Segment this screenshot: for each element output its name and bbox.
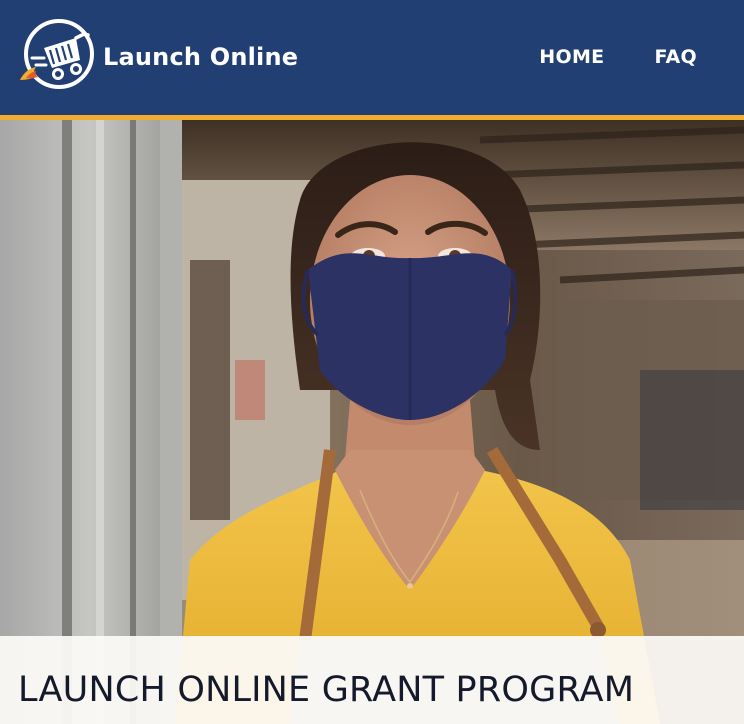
- page: Launch Online HOME FAQ LAUNCH ONLINE GRA…: [0, 0, 744, 724]
- brand-name[interactable]: Launch Online: [103, 41, 298, 73]
- hero-photo: [0, 120, 744, 724]
- nav-faq-link[interactable]: FAQ: [654, 44, 697, 70]
- main-nav: HOME FAQ: [539, 44, 697, 70]
- page-title: LAUNCH ONLINE GRANT PROGRAM: [18, 670, 635, 710]
- hero-section: [0, 120, 744, 724]
- logo-link[interactable]: [18, 18, 96, 90]
- site-header: Launch Online HOME FAQ: [0, 0, 744, 115]
- nav-home-link[interactable]: HOME: [539, 44, 604, 70]
- shopping-cart-rocket-icon: [20, 19, 94, 89]
